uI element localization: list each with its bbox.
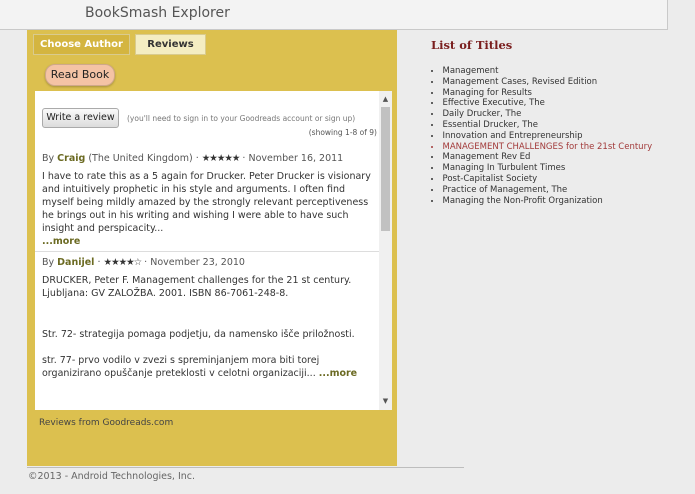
title-item[interactable]: Daily Drucker, The	[431, 109, 680, 120]
review-header: By Danijel · ★★★★☆ · November 23, 2010	[42, 257, 378, 268]
title-item[interactable]: Management Cases, Revised Edition	[431, 77, 680, 88]
sign-in-note: (you'll need to sign in to your Goodread…	[127, 114, 356, 123]
title-item[interactable]: Essential Drucker, The	[431, 120, 680, 131]
review-paragraph: Str. 72- strategija pomaga podjetju, da …	[42, 329, 355, 340]
review-date: November 23, 2010	[150, 257, 245, 268]
footer-copyright: ©2013 - Android Technologies, Inc.	[28, 471, 196, 482]
reviewer-link[interactable]: Craig	[57, 153, 85, 164]
review-divider	[35, 251, 379, 252]
star-rating: ★★★★★	[201, 153, 241, 164]
review-by-label: By	[42, 257, 55, 268]
title-item[interactable]: Effective Executive, The	[431, 98, 680, 109]
titles-panel: List of Titles Management Management Cas…	[420, 38, 680, 206]
write-review-button[interactable]: Write a review	[42, 108, 119, 128]
separator-dot: ·	[144, 257, 148, 268]
review-text: DRUCKER, Peter F. Management challenges …	[42, 274, 378, 380]
review-paragraph: I have to rate this as a 5 again for Dru…	[42, 171, 371, 234]
title-item[interactable]: Practice of Management, The	[431, 185, 680, 196]
title-item[interactable]: Innovation and Entrepreneurship	[431, 131, 680, 142]
reviews-widget: Write a review (you'll need to sign in t…	[35, 91, 392, 410]
reviews-panel: Choose Author Reviews Read Book Write a …	[27, 30, 397, 466]
tab-reviews[interactable]: Reviews	[135, 34, 206, 55]
separator-dot: ·	[97, 257, 101, 268]
scroll-down-arrow-icon[interactable]: ▼	[379, 395, 392, 408]
app-title: BookSmash Explorer	[85, 5, 230, 21]
separator-dot: ·	[242, 153, 246, 164]
reviewer-location: (The United Kingdom)	[88, 153, 193, 164]
scroll-up-arrow-icon[interactable]: ▲	[379, 93, 392, 106]
title-item-selected[interactable]: MANAGEMENT CHALLENGES for the 21st Centu…	[431, 142, 680, 153]
review-header: By Craig (The United Kingdom) · ★★★★★ · …	[42, 153, 378, 164]
title-item[interactable]: Managing In Turbulent Times	[431, 163, 680, 174]
title-item[interactable]: Managing the Non-Profit Organization	[431, 196, 680, 207]
vertical-scrollbar[interactable]: ▲ ▼	[379, 91, 392, 410]
read-book-button[interactable]: Read Book	[45, 64, 115, 86]
more-link[interactable]: ...more	[319, 368, 357, 379]
review-paragraph: str. 77- prvo vodilo v zvezi s spreminja…	[42, 355, 320, 379]
reviewer-link[interactable]: Danijel	[57, 257, 94, 268]
scroll-thumb[interactable]	[381, 107, 390, 231]
reviews-scroll-area[interactable]: Write a review (you'll need to sign in t…	[35, 91, 379, 410]
review-item: By Craig (The United Kingdom) · ★★★★★ · …	[42, 153, 378, 248]
review-item: By Danijel · ★★★★☆ · November 23, 2010 D…	[42, 257, 378, 380]
tab-choose-author[interactable]: Choose Author	[33, 34, 130, 55]
star-rating: ★★★★☆	[103, 257, 143, 268]
title-item[interactable]: Management	[431, 66, 680, 77]
review-by-label: By	[42, 153, 55, 164]
footer-divider	[27, 467, 464, 468]
titles-heading: List of Titles	[431, 38, 513, 52]
reviews-source-note: Reviews from Goodreads.com	[39, 418, 174, 428]
titles-list: Management Management Cases, Revised Edi…	[420, 66, 680, 206]
review-date: November 16, 2011	[248, 153, 344, 164]
separator-dot: ·	[195, 153, 199, 164]
title-item[interactable]: Management Rev Ed	[431, 152, 680, 163]
title-item[interactable]: Managing for Results	[431, 88, 680, 99]
more-link[interactable]: ...more	[42, 236, 80, 247]
title-item[interactable]: Post-Capitalist Society	[431, 174, 680, 185]
review-text: I have to rate this as a 5 again for Dru…	[42, 170, 378, 248]
app-header: BookSmash Explorer	[0, 0, 668, 30]
showing-count: (showing 1-8 of 9)	[308, 128, 377, 137]
review-paragraph: DRUCKER, Peter F. Management challenges …	[42, 275, 352, 299]
